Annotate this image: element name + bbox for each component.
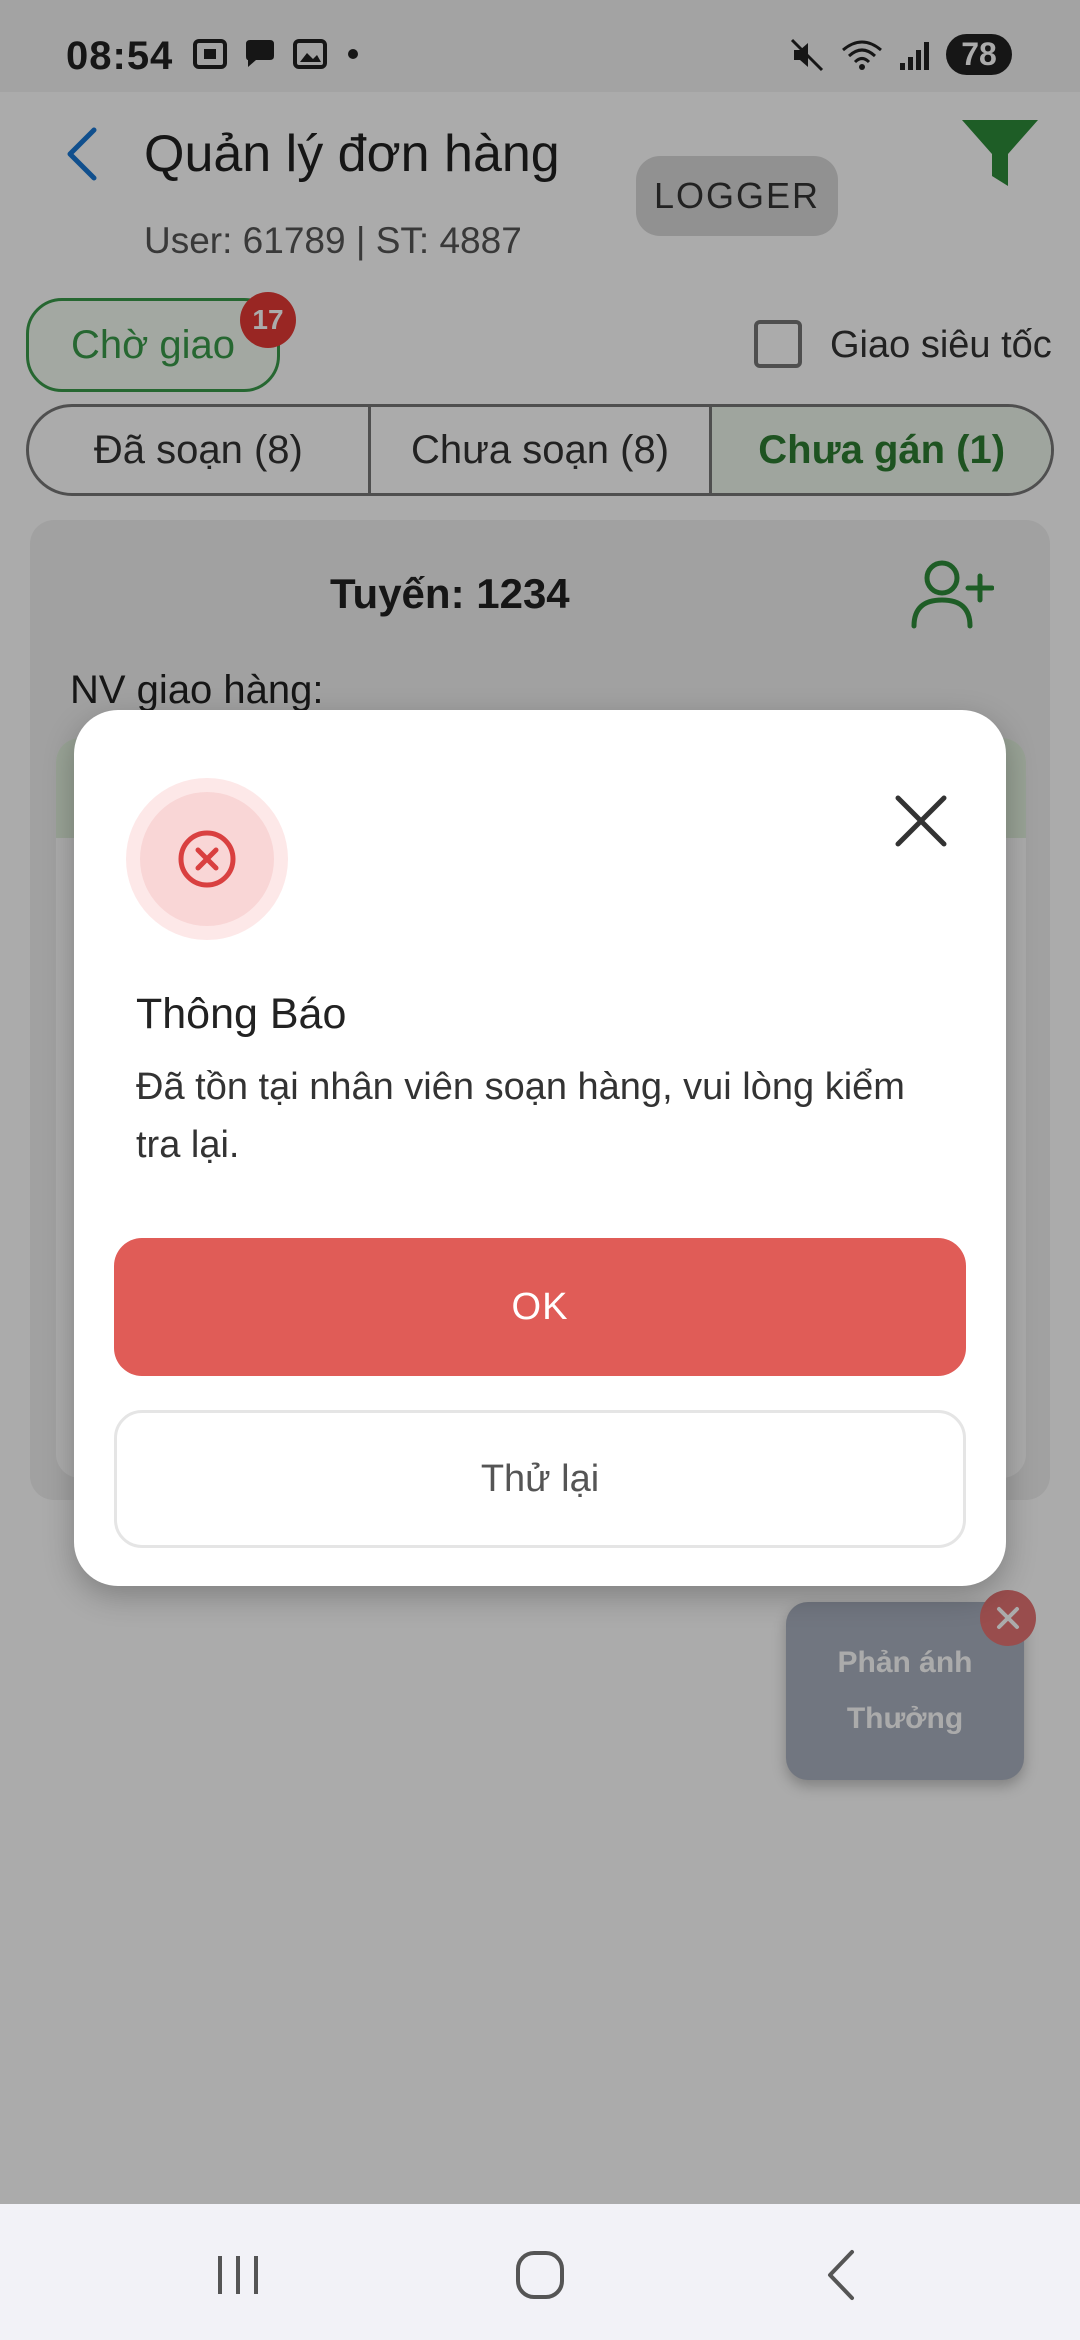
dialog-message: Đã tồn tại nhân viên soạn hàng, vui lòng…: [136, 1066, 905, 1166]
ok-button[interactable]: OK: [114, 1238, 966, 1376]
dialog-title: Thông Báo: [136, 990, 347, 1038]
nav-back-icon[interactable]: [802, 2240, 882, 2310]
retry-button[interactable]: Thử lại: [114, 1410, 966, 1548]
modal-backdrop-top: [0, 0, 1080, 92]
error-icon: [178, 830, 236, 888]
home-icon[interactable]: [500, 2240, 580, 2310]
close-icon[interactable]: [890, 790, 952, 852]
recent-apps-icon[interactable]: [198, 2240, 278, 2310]
